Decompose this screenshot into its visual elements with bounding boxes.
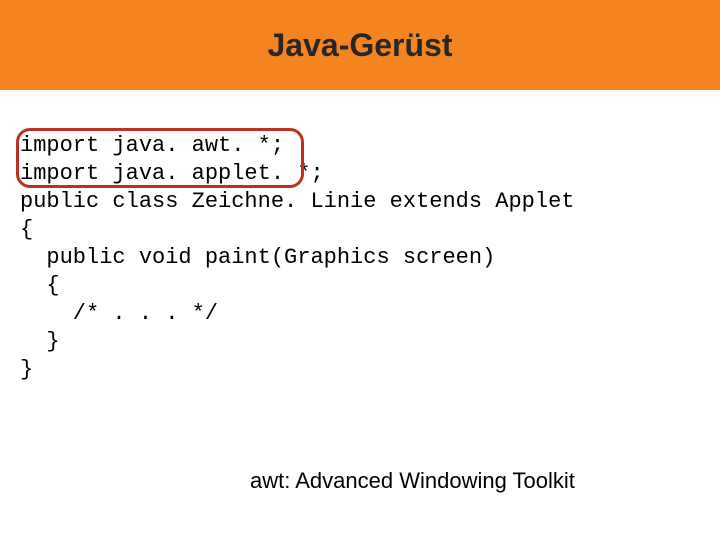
code-line-4: { [20,217,33,242]
code-line-6: { [20,273,60,298]
code-block: import java. awt. *; import java. applet… [20,132,575,384]
slide-title: Java-Gerüst [268,27,453,64]
code-line-8: } [20,329,60,354]
code-line-2: import java. applet. *; [20,161,324,186]
code-line-7: /* . . . */ [20,301,218,326]
footnote: awt: Advanced Windowing Toolkit [250,468,575,494]
slide: Java-Gerüst import java. awt. *; import … [0,0,720,540]
title-bar: Java-Gerüst [0,0,720,90]
code-line-9: } [20,357,33,382]
code-line-3: public class Zeichne. Linie extends Appl… [20,189,575,214]
code-line-5: public void paint(Graphics screen) [20,245,495,270]
code-line-1: import java. awt. *; [20,133,284,158]
